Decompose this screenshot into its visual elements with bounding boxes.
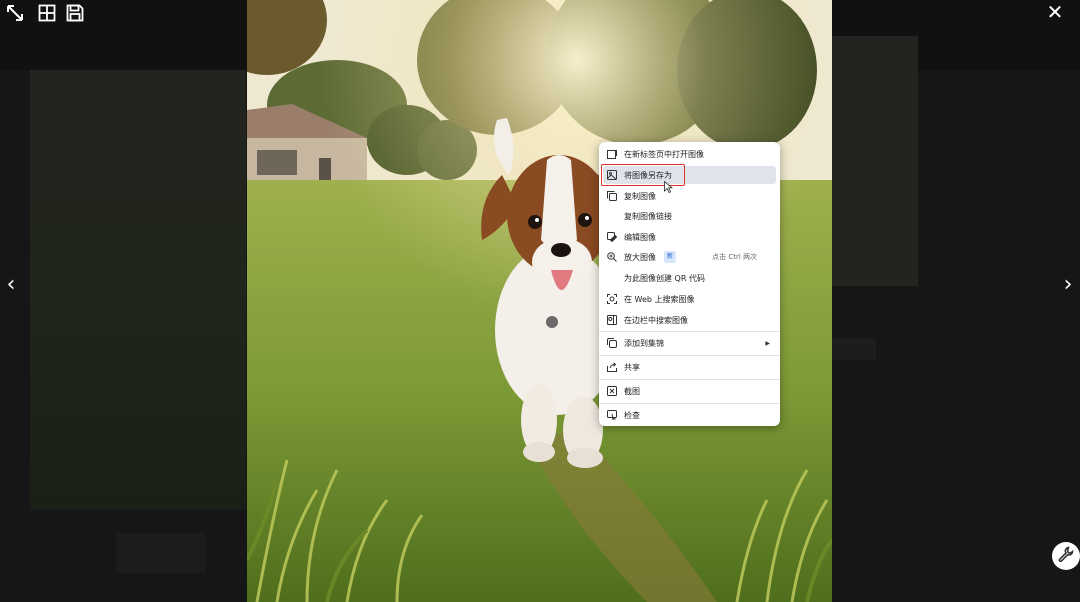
menu-divider xyxy=(599,355,780,356)
menu-item-label: 在新标签页中打开图像 xyxy=(624,149,704,159)
copy-image-icon xyxy=(607,191,617,201)
edit-image-icon xyxy=(607,232,617,242)
mouse-cursor-icon xyxy=(664,178,674,197)
background-chip xyxy=(832,338,876,360)
menu-item-label: 在边栏中搜索图像 xyxy=(624,315,688,325)
menu-item-open-in-new-tab[interactable]: 在新标签页中打开图像 xyxy=(603,145,776,163)
next-image-button[interactable]: › xyxy=(1058,270,1078,300)
menu-item-label: 编辑图像 xyxy=(624,232,656,242)
menu-item-screenshot[interactable]: 截图 xyxy=(603,382,776,400)
context-menu: 在新标签页中打开图像 将图像另存为 复制图像 复制图像链接 编辑图像 放大图像 … xyxy=(599,142,780,426)
menu-item-edit-image[interactable]: 编辑图像 xyxy=(603,228,776,246)
menu-item-search-sidebar[interactable]: 在边栏中搜索图像 xyxy=(603,311,776,329)
collapse-icon[interactable] xyxy=(4,2,26,24)
wrench-tool-button[interactable] xyxy=(1052,542,1080,570)
background-button xyxy=(116,533,206,573)
save-image-icon xyxy=(607,170,617,180)
menu-item-inspect[interactable]: 检查 xyxy=(603,406,776,424)
menu-divider xyxy=(599,403,780,404)
menu-item-label: 截图 xyxy=(624,386,640,396)
background-left-image xyxy=(30,70,246,510)
screenshot-icon xyxy=(607,386,617,396)
new-badge: 新 xyxy=(664,251,676,263)
menu-item-zoom-image[interactable]: 放大图像 新 点击 Ctrl 两次 xyxy=(603,248,776,266)
wrench-icon xyxy=(1058,546,1074,566)
submenu-arrow-icon: ▶ xyxy=(765,339,770,347)
menu-item-label: 放大图像 xyxy=(624,252,656,262)
open-new-tab-icon xyxy=(607,149,617,159)
sidebar-search-icon xyxy=(607,315,617,325)
grid-layout-icon[interactable] xyxy=(36,2,58,24)
menu-item-label: 为此图像创建 QR 代码 xyxy=(624,273,705,283)
close-button[interactable]: ✕ xyxy=(1044,2,1066,24)
menu-divider xyxy=(599,331,780,332)
menu-item-label: 复制图像链接 xyxy=(624,211,672,221)
menu-divider xyxy=(599,379,780,380)
menu-item-label: 复制图像 xyxy=(624,191,656,201)
background-right-image xyxy=(832,36,918,286)
menu-item-share[interactable]: 共享 xyxy=(603,358,776,376)
menu-item-shortcut: 点击 Ctrl 两次 xyxy=(712,253,757,261)
inspect-icon xyxy=(607,410,617,420)
menu-item-copy-image-link[interactable]: 复制图像链接 xyxy=(603,207,776,225)
previous-image-button[interactable]: ‹ xyxy=(1,270,21,300)
menu-item-label: 添加到集锦 xyxy=(624,338,664,348)
menu-item-save-image-as[interactable]: 将图像另存为 xyxy=(603,166,776,184)
collections-icon xyxy=(607,338,617,348)
save-icon[interactable] xyxy=(64,2,86,24)
menu-item-label: 检查 xyxy=(624,410,640,420)
menu-item-copy-image[interactable]: 复制图像 xyxy=(603,187,776,205)
menu-item-label: 在 Web 上搜索图像 xyxy=(624,294,695,304)
menu-item-create-qr-code[interactable]: 为此图像创建 QR 代码 xyxy=(603,269,776,287)
menu-item-label: 共享 xyxy=(624,362,640,372)
zoom-icon xyxy=(607,252,617,262)
share-icon xyxy=(607,362,617,372)
web-search-icon xyxy=(607,294,617,304)
menu-item-search-web[interactable]: 在 Web 上搜索图像 xyxy=(603,290,776,308)
menu-item-add-to-collections[interactable]: 添加到集锦 ▶ xyxy=(603,334,776,352)
